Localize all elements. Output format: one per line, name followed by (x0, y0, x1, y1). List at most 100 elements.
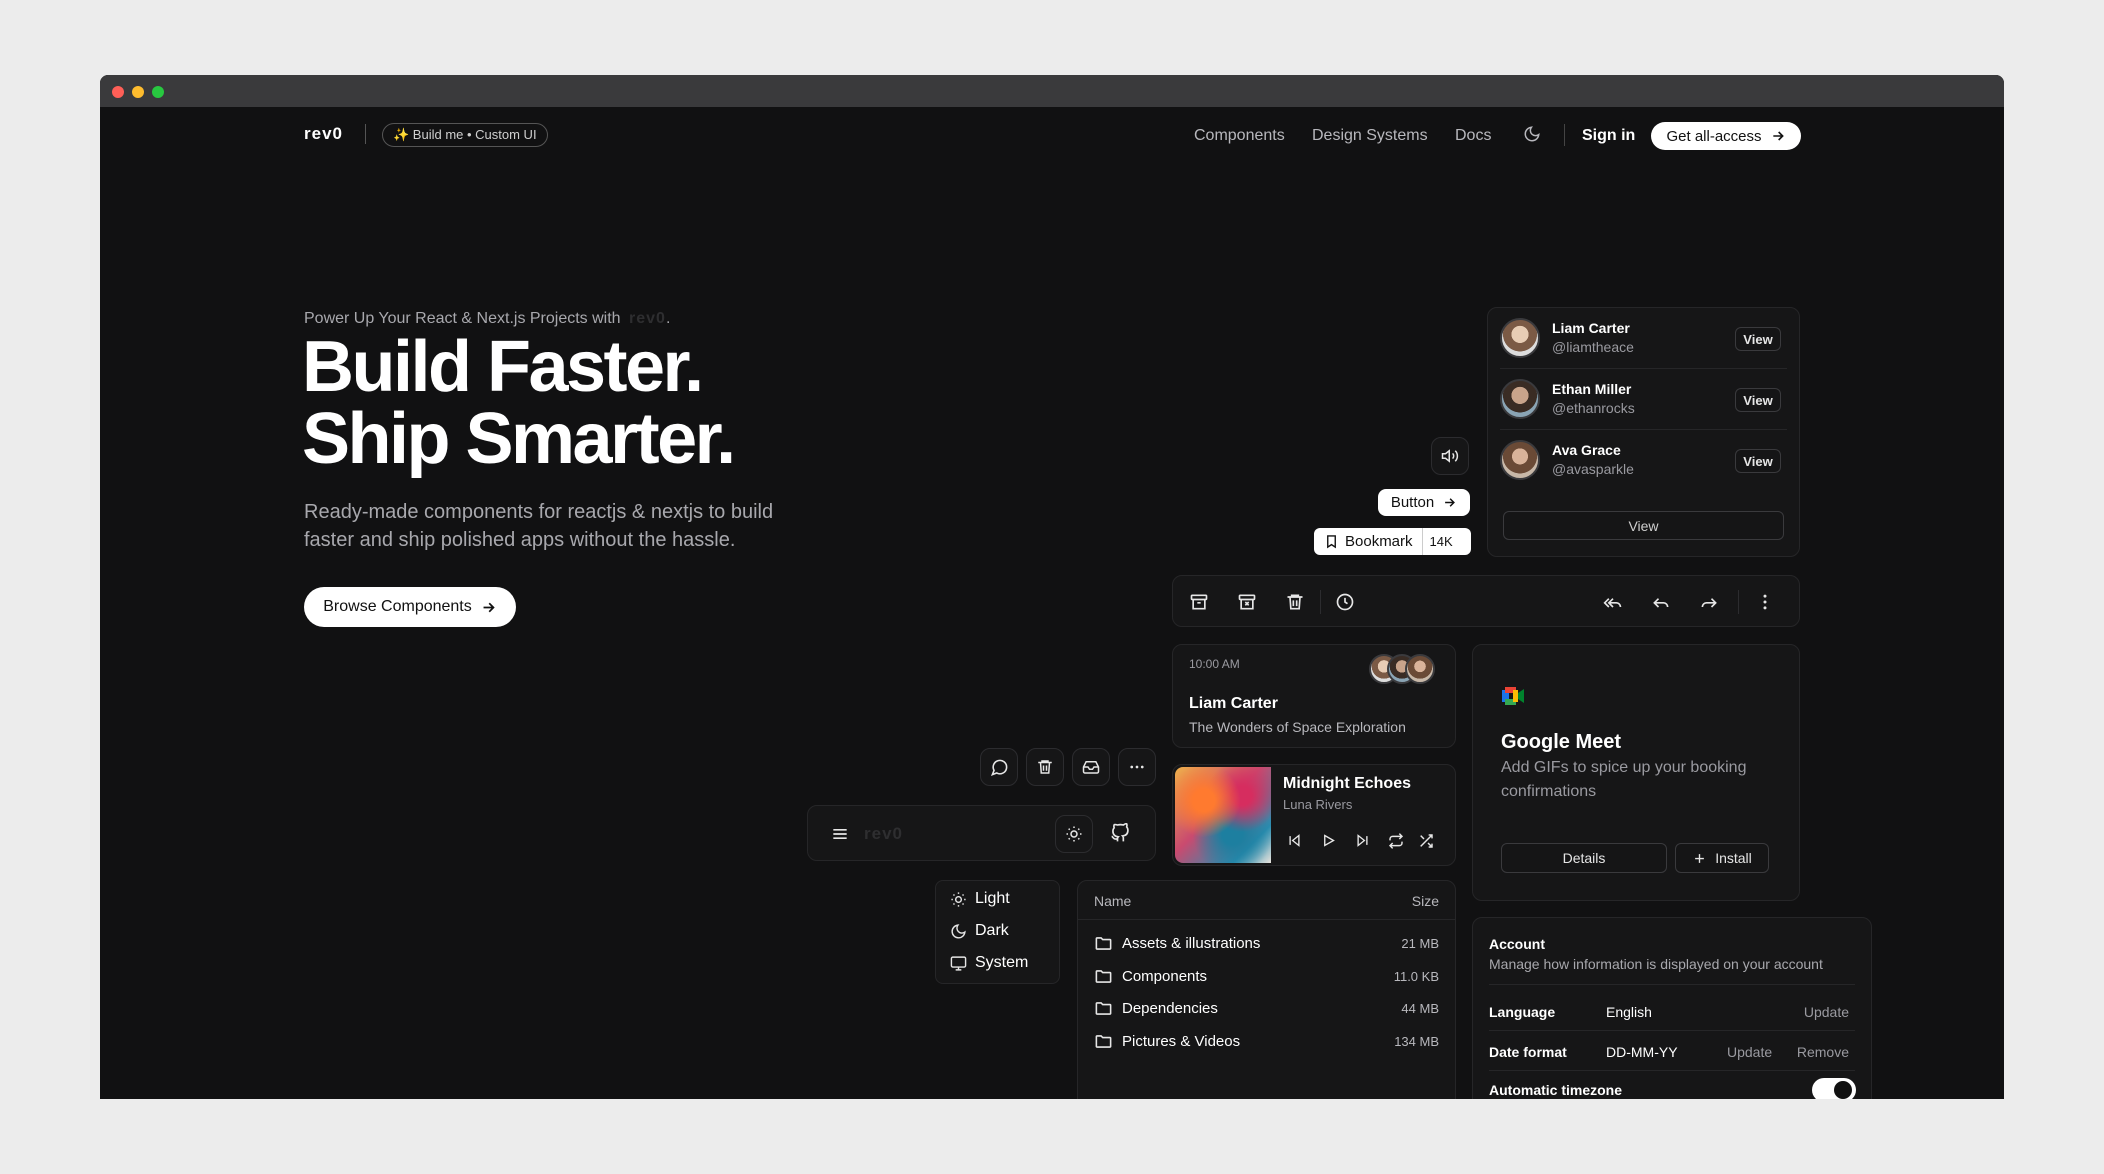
column-header-size: Size (1411, 893, 1439, 909)
file-size: 134 MB (1394, 1033, 1439, 1049)
install-button[interactable]: Install (1675, 843, 1769, 873)
browse-components-label: Browse Components (323, 598, 472, 615)
browse-components-button[interactable]: Browse Components (304, 587, 516, 627)
automatic-timezone-label: Automatic timezone (1489, 1082, 1623, 1098)
archive-icon[interactable] (1189, 592, 1209, 612)
volume-button[interactable] (1431, 437, 1469, 475)
file-name: Assets & illustrations (1122, 934, 1261, 952)
language-value: English (1606, 1004, 1652, 1020)
inbox-button[interactable] (1072, 748, 1110, 786)
toggle-knob (1834, 1081, 1852, 1099)
nav-link-docs[interactable]: Docs (1455, 127, 1491, 145)
file-name: Pictures & Videos (1122, 1032, 1241, 1050)
hero-eyebrow-text: Power Up Your React & Next.js Projects w… (304, 310, 621, 327)
view-user-button[interactable]: View (1735, 449, 1781, 473)
nav-link-components[interactable]: Components (1194, 127, 1285, 145)
date-format-label: Date format (1489, 1044, 1567, 1060)
table-row[interactable]: Pictures & Videos 134 MB (1094, 1029, 1439, 1053)
arrow-right-icon (480, 599, 497, 616)
email-card[interactable]: 10:00 AM Liam Carter The Wonders of Spac… (1172, 644, 1456, 748)
view-user-button[interactable]: View (1735, 327, 1781, 351)
nav-link-design-systems[interactable]: Design Systems (1312, 127, 1428, 145)
window-titlebar (100, 75, 2004, 107)
track-title: Midnight Echoes (1283, 775, 1411, 792)
theme-toggle-button[interactable] (1055, 815, 1093, 853)
theme-option-label: System (975, 954, 1029, 971)
shuffle-icon[interactable] (1418, 833, 1434, 849)
theme-option-dark[interactable]: Dark (950, 922, 1009, 940)
menu-icon[interactable] (830, 824, 850, 844)
view-user-button[interactable]: View (1735, 388, 1781, 412)
theme-option-system[interactable]: System (950, 954, 1028, 972)
mini-logo[interactable]: rev0 (864, 824, 903, 844)
close-window-button[interactable] (112, 86, 124, 98)
more-vertical-icon[interactable] (1755, 592, 1775, 612)
play-icon[interactable] (1321, 833, 1336, 848)
sun-icon (1065, 825, 1083, 843)
nav-divider-2 (1564, 124, 1565, 146)
trash-icon[interactable] (1285, 592, 1305, 612)
folder-icon (1094, 934, 1113, 953)
minimize-window-button[interactable] (132, 86, 144, 98)
date-format-update-link[interactable]: Update (1727, 1044, 1772, 1060)
file-size: 44 MB (1401, 1000, 1439, 1016)
user-handle: @avasparkle (1552, 461, 1634, 477)
theme-menu: Light Dark System (935, 880, 1060, 984)
github-icon[interactable] (1110, 823, 1130, 843)
forward-icon[interactable] (1699, 592, 1719, 612)
repeat-icon[interactable] (1388, 833, 1404, 849)
install-label: Install (1715, 850, 1752, 866)
theme-option-light[interactable]: Light (950, 890, 1010, 908)
plus-icon (1692, 851, 1707, 866)
get-all-access-button[interactable]: Get all-access (1651, 122, 1801, 150)
users-card: Liam Carter @liamtheace View Ethan Mille… (1487, 307, 1800, 557)
file-size: 21 MB (1401, 935, 1439, 951)
meet-description-2: confirmations (1501, 783, 1597, 800)
toolbar-divider (1320, 590, 1321, 614)
archive-x-icon[interactable] (1237, 592, 1257, 612)
files-table: Name Size Assets & illustrations 21 MB C… (1077, 880, 1456, 1099)
bookmark-icon (1324, 534, 1339, 549)
date-format-remove-link[interactable]: Remove (1797, 1044, 1849, 1060)
maximize-window-button[interactable] (152, 86, 164, 98)
hero-eyebrow: Power Up Your React & Next.js Projects w… (304, 310, 671, 327)
chat-button[interactable] (980, 748, 1018, 786)
album-art (1175, 767, 1271, 863)
table-row[interactable]: Dependencies 44 MB (1094, 996, 1439, 1020)
language-update-link[interactable]: Update (1804, 1004, 1849, 1020)
column-header-name: Name (1094, 893, 1132, 909)
view-all-button[interactable]: View (1503, 511, 1784, 540)
more-horizontal-icon (1128, 758, 1146, 776)
table-row[interactable]: Assets & illustrations 21 MB (1094, 931, 1439, 955)
monitor-icon (950, 955, 967, 972)
hero-title-line-2: Ship Smarter. (302, 399, 736, 479)
email-sender: Liam Carter (1189, 695, 1278, 712)
delete-button[interactable] (1026, 748, 1064, 786)
top-nav: rev0 ✨ Build me • Custom UI Components D… (100, 107, 2004, 163)
hero-title: Build Faster. Ship Smarter. (302, 331, 736, 479)
account-settings-card: Account Manage how information is displa… (1472, 917, 1872, 1099)
reply-icon[interactable] (1651, 592, 1671, 612)
table-row[interactable]: Components 11.0 KB (1094, 964, 1439, 988)
more-button[interactable] (1118, 748, 1156, 786)
sun-icon (950, 891, 967, 908)
demo-button[interactable]: Button (1378, 489, 1470, 516)
automatic-timezone-toggle[interactable] (1812, 1078, 1856, 1099)
skip-forward-icon[interactable] (1355, 833, 1370, 848)
file-size: 11.0 KB (1393, 968, 1439, 984)
google-meet-card: Google Meet Add GIFs to spice up your bo… (1472, 644, 1800, 901)
skip-back-icon[interactable] (1287, 833, 1302, 848)
file-name: Dependencies (1122, 999, 1218, 1017)
reply-all-icon[interactable] (1603, 592, 1623, 612)
logo[interactable]: rev0 (304, 124, 343, 144)
hero-subtitle: Ready-made components for reactjs & next… (304, 498, 773, 554)
build-me-badge[interactable]: ✨ Build me • Custom UI (382, 123, 548, 147)
bookmark-button[interactable]: Bookmark 14K (1314, 528, 1471, 555)
account-title: Account (1489, 936, 1545, 952)
language-label: Language (1489, 1004, 1556, 1020)
details-button[interactable]: Details (1501, 843, 1667, 873)
moon-icon[interactable] (1523, 125, 1541, 143)
clock-icon[interactable] (1335, 592, 1355, 612)
message-circle-icon (990, 758, 1009, 777)
sign-in-link[interactable]: Sign in (1582, 127, 1635, 145)
